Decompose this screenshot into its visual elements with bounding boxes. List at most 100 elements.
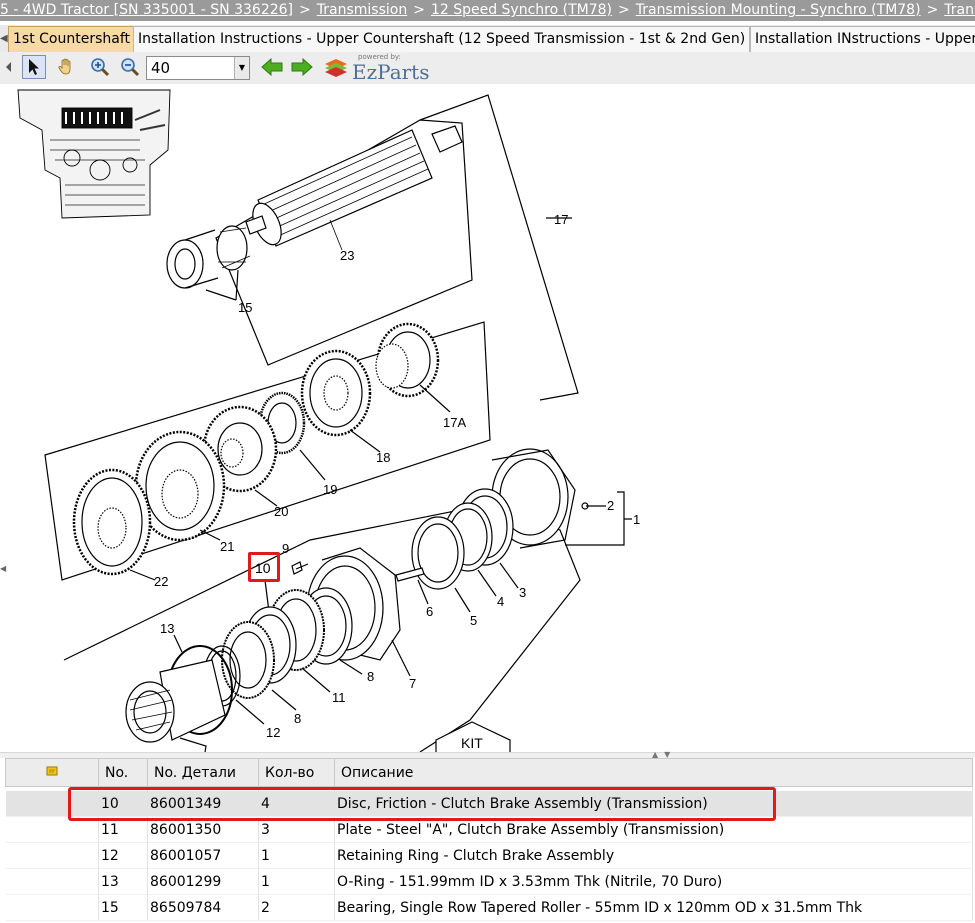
zoom-out-button[interactable] <box>118 55 142 79</box>
tab-bar: ◀ 1st Countershaft Installation Instruct… <box>0 25 975 53</box>
breadcrumb: 5 - 4WD Tractor [SN 335001 - SN 336226] >… <box>0 0 975 21</box>
svg-text:9: 9 <box>282 541 289 556</box>
row-description: Retaining Ring - Clutch Brake Assembly <box>334 842 973 869</box>
row-notes-cell <box>5 868 99 895</box>
column-header-description[interactable]: Описание <box>334 758 973 787</box>
breadcrumb-separator: > <box>618 2 630 18</box>
zoom-out-icon <box>121 58 140 77</box>
back-button[interactable] <box>260 55 284 79</box>
chevron-left-icon[interactable]: ◀ <box>0 564 6 573</box>
hand-pan-icon <box>58 58 71 75</box>
svg-text:11: 11 <box>332 690 346 705</box>
breadcrumb-item-trans[interactable]: Trans <box>944 2 975 18</box>
row-notes-cell <box>5 894 99 921</box>
breadcrumb-item-transmission-mounting[interactable]: Transmission Mounting - Synchro (TM78) <box>636 2 921 18</box>
pointer-tool-button[interactable] <box>22 55 46 79</box>
svg-text:6: 6 <box>426 604 433 619</box>
countershaft-23[interactable] <box>245 125 463 251</box>
pointer-icon <box>29 59 39 75</box>
gear-18[interactable] <box>300 349 372 437</box>
table-row[interactable]: 10 86001349 4 Disc, Friction - Clutch Br… <box>5 791 973 817</box>
row-no: 12 <box>98 842 148 869</box>
column-header-part-number[interactable]: No. Детали <box>147 758 259 787</box>
row-part-number: 86001350 <box>147 816 259 843</box>
row-description: O-Ring - 151.99mm ID x 3.53mm Thk (Nitri… <box>334 868 973 895</box>
column-header-no[interactable]: No. <box>98 758 148 787</box>
zoom-in-icon <box>91 58 110 77</box>
overview-thumbnail[interactable] <box>14 85 174 220</box>
zoom-value: 40 <box>151 59 171 77</box>
zoom-in-button[interactable] <box>88 55 112 79</box>
chevron-left-icon[interactable] <box>3 55 15 79</box>
gear-17a[interactable] <box>375 322 440 398</box>
bearing-15-lower[interactable] <box>125 659 226 752</box>
row-description: Plate - Steel "A", Clutch Brake Assembly… <box>334 816 973 843</box>
row-notes-cell <box>5 816 99 843</box>
row-no: 11 <box>98 816 148 843</box>
hand-pan-button[interactable] <box>54 55 78 79</box>
svg-text:23: 23 <box>340 248 354 263</box>
svg-text:20: 20 <box>274 504 288 519</box>
column-header-quantity[interactable]: Кол-во <box>258 758 335 787</box>
breadcrumb-separator: > <box>926 2 939 18</box>
breadcrumb-item-tractor[interactable]: 5 - 4WD Tractor [SN 335001 - SN 336226] <box>0 2 293 18</box>
zoom-select[interactable]: 40 ▼ <box>146 56 250 80</box>
exploded-view-drawing: 17 23 15 17A 18 19 20 21 22 2 1 3 4 5 6 … <box>14 85 640 752</box>
breadcrumb-item-transmission[interactable]: Transmission <box>317 2 407 18</box>
parts-diagram[interactable]: 17 23 15 17A 18 19 20 21 22 2 1 3 4 5 6 … <box>0 84 975 752</box>
table-row[interactable]: 13 86001299 1 O-Ring - 151.99mm ID x 3.5… <box>5 868 973 895</box>
friction-disc-8-lower[interactable] <box>221 621 275 699</box>
tab-installation-instructions-upper[interactable]: Installation INstructions - Upper <box>750 26 975 52</box>
svg-text:21: 21 <box>220 539 234 554</box>
svg-text:2: 2 <box>607 498 614 513</box>
row-quantity: 1 <box>258 842 335 869</box>
row-quantity: 3 <box>258 816 335 843</box>
row-description: Bearing, Single Row Tapered Roller - 55m… <box>334 894 973 921</box>
svg-text:15: 15 <box>238 300 252 315</box>
row-quantity: 4 <box>258 791 335 817</box>
tab-1st-countershaft[interactable]: 1st Countershaft <box>8 26 136 52</box>
svg-text:5: 5 <box>470 613 477 628</box>
parts-table: No. No. Детали Кол-во Описание 10 860013… <box>5 758 973 921</box>
chevron-left-icon[interactable]: ◀ <box>0 25 8 52</box>
breadcrumb-item-12-speed-synchro[interactable]: 12 Speed Synchro (TM78) <box>431 2 612 18</box>
row-no: 10 <box>98 791 148 817</box>
row-quantity: 1 <box>258 868 335 895</box>
tab-installation-instructions-upper-countershaft[interactable]: Installation Instructions - Upper Counte… <box>133 26 751 52</box>
toolbar: 40 ▼ powered by: EzParts <box>0 52 975 85</box>
chevron-down-icon[interactable]: ▼ <box>234 57 249 79</box>
row-notes-cell <box>5 791 99 817</box>
row-notes-cell <box>5 842 99 869</box>
svg-text:4: 4 <box>497 594 504 609</box>
breadcrumb-separator: > <box>299 2 311 18</box>
svg-text:12: 12 <box>266 725 280 740</box>
gear-22[interactable] <box>72 468 152 576</box>
row-part-number: 86001349 <box>147 791 259 817</box>
svg-text:8: 8 <box>367 669 374 684</box>
bolt-9[interactable] <box>291 561 309 575</box>
plate-5[interactable] <box>411 516 465 590</box>
svg-text:19: 19 <box>323 482 337 497</box>
table-row[interactable]: 11 86001350 3 Plate - Steel "A", Clutch … <box>5 816 973 843</box>
breadcrumb-separator: > <box>413 2 425 18</box>
svg-text:7: 7 <box>409 676 416 691</box>
svg-text:17: 17 <box>554 212 568 227</box>
column-header-notes[interactable] <box>5 758 99 787</box>
table-row[interactable]: 15 86509784 2 Bearing, Single Row Tapere… <box>5 894 973 921</box>
svg-text:8: 8 <box>294 711 301 726</box>
arrow-left-icon <box>261 58 283 76</box>
ezparts-logo-icon <box>325 59 347 77</box>
row-part-number: 86001299 <box>147 868 259 895</box>
row-no: 13 <box>98 868 148 895</box>
svg-text:3: 3 <box>519 585 526 600</box>
svg-text:18: 18 <box>376 450 390 465</box>
kit-label[interactable]: KIT <box>461 735 483 751</box>
svg-text:1: 1 <box>633 512 640 527</box>
forward-button[interactable] <box>290 55 314 79</box>
table-row[interactable]: 12 86001057 1 Retaining Ring - Clutch Br… <box>5 842 973 869</box>
bearing-15[interactable] <box>166 225 251 301</box>
row-part-number: 86509784 <box>147 894 259 921</box>
row-no: 15 <box>98 894 148 921</box>
arrow-right-icon <box>291 58 313 76</box>
ezparts-logo: EzParts <box>352 60 430 84</box>
